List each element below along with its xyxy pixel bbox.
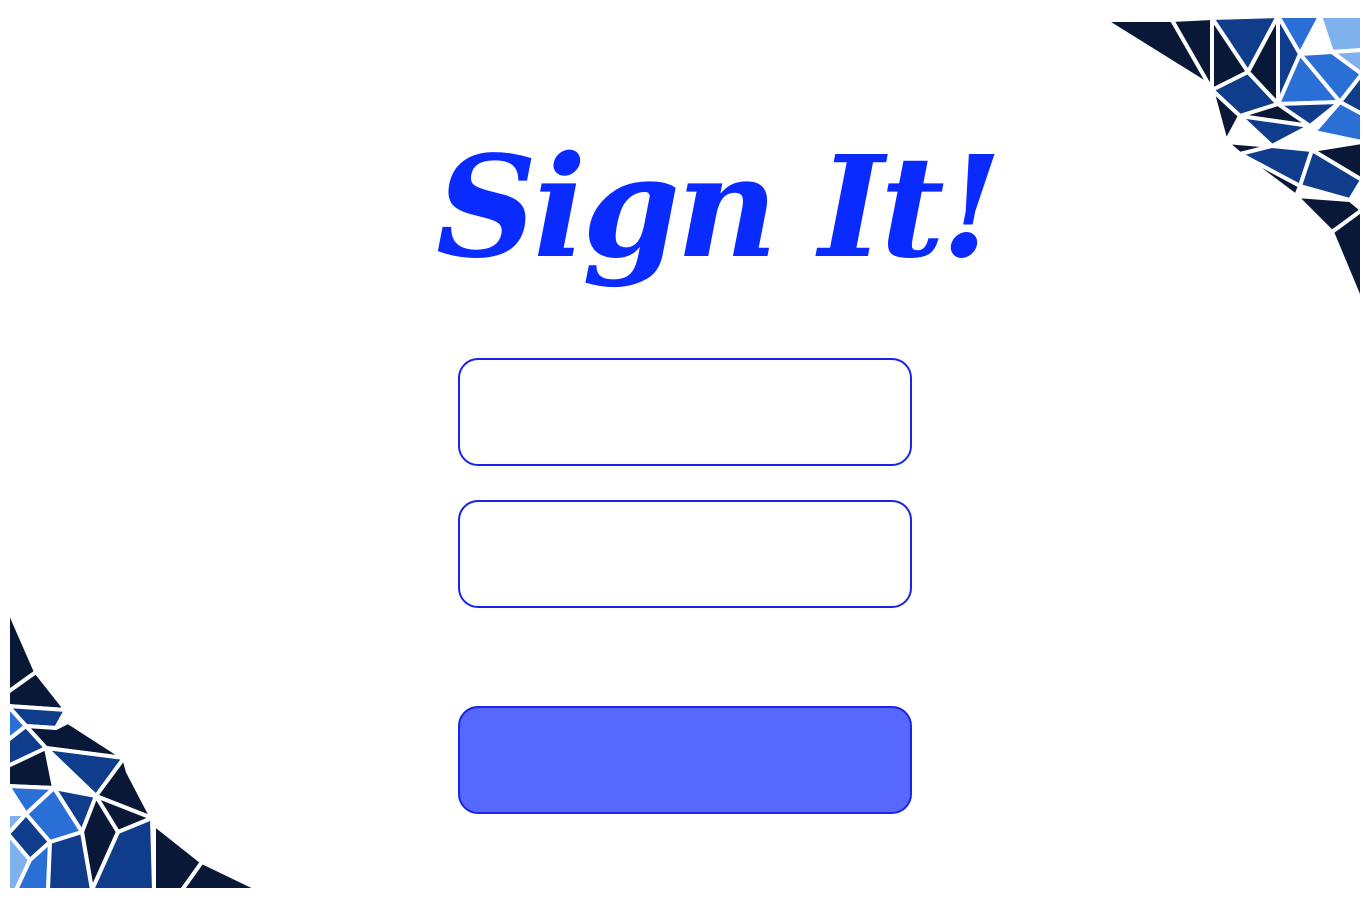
submit-button[interactable] <box>458 706 912 814</box>
logo-text: Sign It! <box>436 126 1002 290</box>
corner-mosaic-decoration <box>1102 14 1362 304</box>
sign-it-logo: Sign It! <box>436 108 1002 308</box>
first-input-field[interactable] <box>458 358 912 466</box>
corner-mosaic-decoration <box>6 606 262 892</box>
page: Sign It! <box>0 0 1366 910</box>
second-input-field[interactable] <box>458 500 912 608</box>
